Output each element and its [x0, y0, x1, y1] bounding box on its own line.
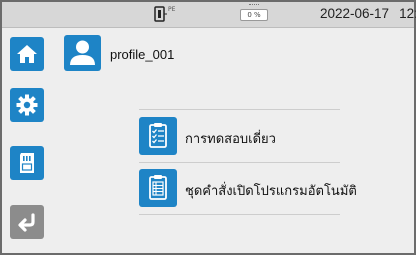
time-text: 12:08: [399, 6, 416, 21]
checklist-clipboard-icon: [149, 123, 167, 148]
user-avatar-icon: [70, 40, 95, 65]
return-arrow-icon: [18, 213, 35, 232]
date-time: 2022-06-17 12:08: [320, 6, 416, 21]
auto-sequence-icon-box: [139, 169, 177, 207]
profile-avatar-button[interactable]: [64, 35, 101, 71]
home-button[interactable]: [10, 37, 44, 71]
gear-icon: [16, 94, 38, 116]
battery-percent: 0 %: [240, 9, 268, 21]
profile-name: profile_001: [110, 47, 175, 62]
memory-button[interactable]: [10, 146, 44, 180]
menu-divider: [139, 109, 340, 110]
settings-button[interactable]: [10, 88, 44, 122]
sd-card-icon: [20, 153, 34, 173]
battery-cap: [249, 4, 259, 8]
auto-sequence-label: ชุดคำสั่งเปิดโปรแกรมอัตโนมัติ: [185, 184, 357, 199]
pe-connection-icon: PE: [153, 5, 183, 23]
pe-label: PE: [168, 6, 176, 13]
menu-divider: [139, 162, 340, 163]
battery-indicator: 0 %: [240, 4, 268, 21]
single-test-label: การทดสอบเดี่ยว: [185, 132, 276, 147]
status-bar: PE 0 % 2022-06-17 12:08: [2, 2, 416, 28]
date-text: 2022-06-17: [320, 6, 390, 21]
auto-sequence-item[interactable]: ชุดคำสั่งเปิดโปรแกรมอัตโนมัติ: [139, 169, 357, 207]
instrument-screen: PE 0 % 2022-06-17 12:08: [0, 0, 416, 255]
back-button[interactable]: [10, 205, 44, 239]
single-test-item[interactable]: การทดสอบเดี่ยว: [139, 117, 349, 155]
single-test-icon-box: [139, 117, 177, 155]
home-icon: [17, 45, 37, 63]
menu-divider: [139, 214, 340, 215]
list-clipboard-icon: [149, 175, 167, 200]
